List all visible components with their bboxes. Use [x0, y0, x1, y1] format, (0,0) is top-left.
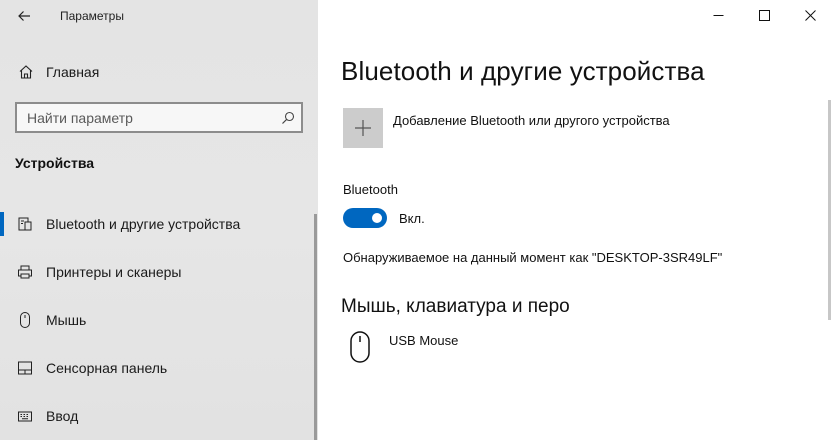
- plus-icon: [355, 120, 371, 136]
- sidebar-item-mouse[interactable]: Мышь: [0, 296, 318, 344]
- keyboard-icon: [0, 408, 46, 424]
- main-scrollbar[interactable]: [828, 100, 831, 320]
- close-button[interactable]: [787, 0, 833, 30]
- maximize-icon: [758, 9, 770, 21]
- section-mouse-keyboard-pen: Мышь, клавиатура и перо: [341, 296, 570, 317]
- sidebar-item-label: Мышь: [46, 312, 87, 328]
- home-icon: [0, 64, 46, 80]
- bluetooth-toggle-row: Вкл.: [343, 208, 425, 228]
- sidebar-item-label: Сенсорная панель: [46, 360, 168, 376]
- search-input[interactable]: [17, 104, 275, 131]
- bluetooth-toggle[interactable]: [343, 208, 387, 228]
- sidebar-item-label: Bluetooth и другие устройства: [46, 216, 241, 232]
- main-content: Bluetooth и другие устройства Добавление…: [318, 0, 833, 440]
- app-title: Параметры: [60, 9, 124, 23]
- minimize-icon: [713, 14, 723, 16]
- add-tile[interactable]: [343, 108, 383, 148]
- maximize-button[interactable]: [741, 0, 787, 30]
- title-bar: Параметры: [0, 0, 318, 32]
- sidebar-item-printers[interactable]: Принтеры и сканеры: [0, 248, 318, 296]
- sidebar-item-touchpad[interactable]: Сенсорная панель: [0, 344, 318, 392]
- bluetooth-label: Bluetooth: [343, 182, 398, 197]
- add-device-label[interactable]: Добавление Bluetooth или другого устройс…: [393, 113, 670, 128]
- close-icon: [804, 9, 816, 21]
- bluetooth-devices-icon: [0, 216, 46, 232]
- mouse-icon: [346, 330, 374, 366]
- device-name: USB Mouse: [389, 333, 459, 348]
- sidebar-item-home[interactable]: Главная: [0, 56, 318, 88]
- touchpad-icon: [0, 360, 46, 376]
- sidebar-item-label: Ввод: [46, 408, 79, 424]
- search-icon[interactable]: [275, 111, 301, 125]
- printer-icon: [0, 264, 46, 280]
- back-button[interactable]: [0, 0, 48, 32]
- section-title: Устройства: [15, 155, 95, 171]
- minimize-button[interactable]: [695, 0, 741, 30]
- window-controls: [695, 0, 833, 30]
- page-title: Bluetooth и другие устройства: [341, 56, 705, 86]
- sidebar-scrollbar[interactable]: [314, 214, 317, 440]
- bluetooth-state: Вкл.: [399, 210, 425, 226]
- sidebar-item-label: Принтеры и сканеры: [46, 264, 182, 280]
- search-box[interactable]: [15, 102, 303, 133]
- arrow-left-icon: [18, 11, 30, 21]
- toggle-knob: [372, 213, 382, 223]
- mouse-icon: [0, 311, 46, 329]
- discoverable-text: Обнаруживаемое на данный момент как "DES…: [343, 250, 723, 265]
- sidebar-item-typing[interactable]: Ввод: [0, 392, 318, 440]
- sidebar-item-label: Главная: [46, 64, 100, 80]
- device-item[interactable]: USB Mouse: [346, 330, 458, 366]
- nav-list: Bluetooth и другие устройства Принтеры и…: [0, 200, 318, 440]
- sidebar-item-bluetooth[interactable]: Bluetooth и другие устройства: [0, 200, 318, 248]
- add-device-button[interactable]: Добавление Bluetooth или другого устройс…: [343, 108, 670, 148]
- sidebar: Параметры Главная Устройства: [0, 0, 318, 440]
